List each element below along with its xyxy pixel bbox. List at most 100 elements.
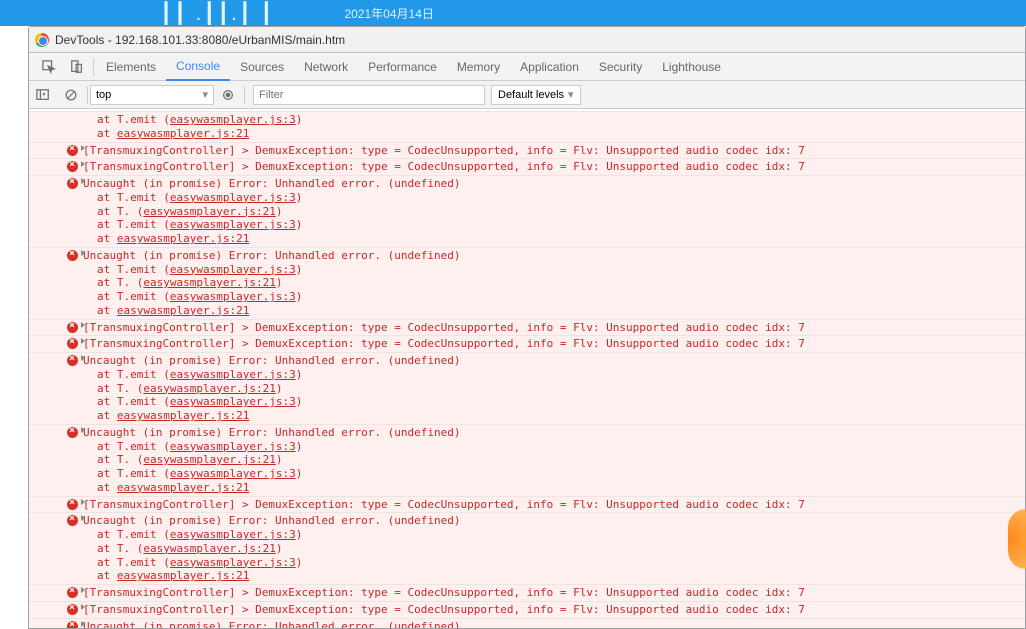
- stack-line: at T. (easywasmplayer.js:21): [83, 205, 1021, 219]
- source-link[interactable]: easywasmplayer.js:3: [170, 191, 296, 204]
- dropdown-caret-icon: ▾: [202, 88, 208, 101]
- tab-memory[interactable]: Memory: [447, 53, 510, 81]
- tab-security[interactable]: Security: [589, 53, 652, 81]
- source-link[interactable]: easywasmplayer.js:21: [117, 304, 249, 317]
- stack-line: at T.emit (easywasmplayer.js:3): [83, 290, 1021, 304]
- console-toolbar: top ▾ Default levels ▾: [29, 81, 1025, 109]
- expand-caret-icon[interactable]: [81, 355, 85, 361]
- source-link[interactable]: easywasmplayer.js:21: [117, 232, 249, 245]
- error-icon: [67, 178, 78, 189]
- inspect-element-icon[interactable]: [35, 53, 63, 81]
- expand-caret-icon[interactable]: [81, 621, 85, 627]
- expand-caret-icon[interactable]: [81, 587, 85, 593]
- stack-line: at T.emit (easywasmplayer.js:3): [83, 263, 1021, 277]
- stack-line: at easywasmplayer.js:21: [83, 409, 1021, 423]
- console-error: [TransmuxingController] > DemuxException…: [29, 142, 1025, 159]
- error-icon: [67, 604, 78, 615]
- live-expression-icon[interactable]: [214, 82, 242, 108]
- stack-line: at T.emit (easywasmplayer.js:3): [83, 368, 1021, 382]
- decorative-flare: [1008, 509, 1026, 569]
- stack-line: at T. (easywasmplayer.js:21): [83, 382, 1021, 396]
- expand-caret-icon[interactable]: [81, 338, 85, 344]
- error-icon: [67, 427, 78, 438]
- source-link[interactable]: easywasmplayer.js:21: [143, 542, 275, 555]
- log-levels-selector[interactable]: Default levels ▾: [491, 85, 581, 105]
- device-toolbar-icon[interactable]: [63, 53, 91, 81]
- stack-line: at T.emit (easywasmplayer.js:3): [83, 113, 1021, 127]
- error-icon: [67, 621, 78, 629]
- source-link[interactable]: easywasmplayer.js:3: [170, 290, 296, 303]
- error-icon: [67, 355, 78, 366]
- toggle-sidebar-icon[interactable]: [29, 82, 57, 108]
- error-icon: [67, 338, 78, 349]
- console-error: [TransmuxingController] > DemuxException…: [29, 335, 1025, 352]
- desktop-taskbar: ┃┃ .┃┃.┃ ┃ 2021年04月14日: [0, 0, 1026, 26]
- console-error: Uncaught (in promise) Error: Unhandled e…: [29, 175, 1025, 247]
- window-titlebar: DevTools - 192.168.101.33:8080/eUrbanMIS…: [29, 27, 1025, 53]
- source-link[interactable]: easywasmplayer.js:3: [170, 440, 296, 453]
- console-error: Uncaught (in promise) Error: Unhandled e…: [29, 424, 1025, 496]
- source-link[interactable]: easywasmplayer.js:21: [143, 453, 275, 466]
- error-icon: [67, 250, 78, 261]
- source-link[interactable]: easywasmplayer.js:21: [143, 205, 275, 218]
- tab-lighthouse[interactable]: Lighthouse: [652, 53, 731, 81]
- execution-context-selector[interactable]: top ▾: [90, 85, 214, 105]
- stack-line: at easywasmplayer.js:21: [83, 232, 1021, 246]
- source-link[interactable]: easywasmplayer.js:3: [170, 113, 296, 126]
- separator: [87, 86, 88, 104]
- expand-caret-icon[interactable]: [81, 145, 85, 151]
- source-link[interactable]: easywasmplayer.js:3: [170, 368, 296, 381]
- chrome-icon: [35, 33, 49, 47]
- source-link[interactable]: easywasmplayer.js:21: [143, 276, 275, 289]
- clock-time: ┃┃ .┃┃.┃ ┃: [160, 1, 274, 26]
- stack-line: at easywasmplayer.js:21: [83, 481, 1021, 495]
- separator: [93, 58, 94, 76]
- error-icon: [67, 161, 78, 172]
- source-link[interactable]: easywasmplayer.js:3: [170, 263, 296, 276]
- error-icon: [67, 322, 78, 333]
- tab-performance[interactable]: Performance: [358, 53, 447, 81]
- stack-line: at easywasmplayer.js:21: [83, 569, 1021, 583]
- filter-input[interactable]: [253, 85, 485, 105]
- expand-caret-icon[interactable]: [81, 499, 85, 505]
- source-link[interactable]: easywasmplayer.js:21: [117, 127, 249, 140]
- error-icon: [67, 145, 78, 156]
- source-link[interactable]: easywasmplayer.js:21: [117, 569, 249, 582]
- source-link[interactable]: easywasmplayer.js:3: [170, 467, 296, 480]
- tab-elements[interactable]: Elements: [96, 53, 166, 81]
- expand-caret-icon[interactable]: [81, 250, 85, 256]
- tab-network[interactable]: Network: [294, 53, 358, 81]
- source-link[interactable]: easywasmplayer.js:21: [143, 382, 275, 395]
- source-link[interactable]: easywasmplayer.js:21: [117, 481, 249, 494]
- expand-caret-icon[interactable]: [81, 604, 85, 610]
- tab-application[interactable]: Application: [510, 53, 589, 81]
- stack-line: at T.emit (easywasmplayer.js:3): [83, 556, 1021, 570]
- expand-caret-icon[interactable]: [81, 515, 85, 521]
- expand-caret-icon[interactable]: [81, 178, 85, 184]
- stack-line: at easywasmplayer.js:21: [83, 304, 1021, 318]
- error-icon: [67, 499, 78, 510]
- stack-line: at easywasmplayer.js:21: [83, 127, 1021, 141]
- expand-caret-icon[interactable]: [81, 322, 85, 328]
- console-error: [TransmuxingController] > DemuxException…: [29, 584, 1025, 601]
- source-link[interactable]: easywasmplayer.js:3: [170, 556, 296, 569]
- console-error: Uncaught (in promise) Error: Unhandled e…: [29, 247, 1025, 319]
- dropdown-caret-icon: ▾: [568, 88, 574, 101]
- error-icon: [67, 587, 78, 598]
- expand-caret-icon[interactable]: [81, 161, 85, 167]
- stack-line: at T.emit (easywasmplayer.js:3): [83, 395, 1021, 409]
- levels-label: Default levels: [498, 89, 564, 101]
- expand-caret-icon[interactable]: [81, 427, 85, 433]
- window-title: DevTools - 192.168.101.33:8080/eUrbanMIS…: [55, 33, 345, 47]
- tab-console[interactable]: Console: [166, 53, 230, 81]
- console-output[interactable]: at T.emit (easywasmplayer.js:3)at easywa…: [29, 111, 1025, 628]
- stack-line: at T. (easywasmplayer.js:21): [83, 453, 1021, 467]
- tab-sources[interactable]: Sources: [230, 53, 294, 81]
- source-link[interactable]: easywasmplayer.js:3: [170, 218, 296, 231]
- source-link[interactable]: easywasmplayer.js:3: [170, 395, 296, 408]
- clear-console-icon[interactable]: [57, 82, 85, 108]
- source-link[interactable]: easywasmplayer.js:21: [117, 409, 249, 422]
- error-icon: [67, 515, 78, 526]
- stack-line: at T.emit (easywasmplayer.js:3): [83, 218, 1021, 232]
- source-link[interactable]: easywasmplayer.js:3: [170, 528, 296, 541]
